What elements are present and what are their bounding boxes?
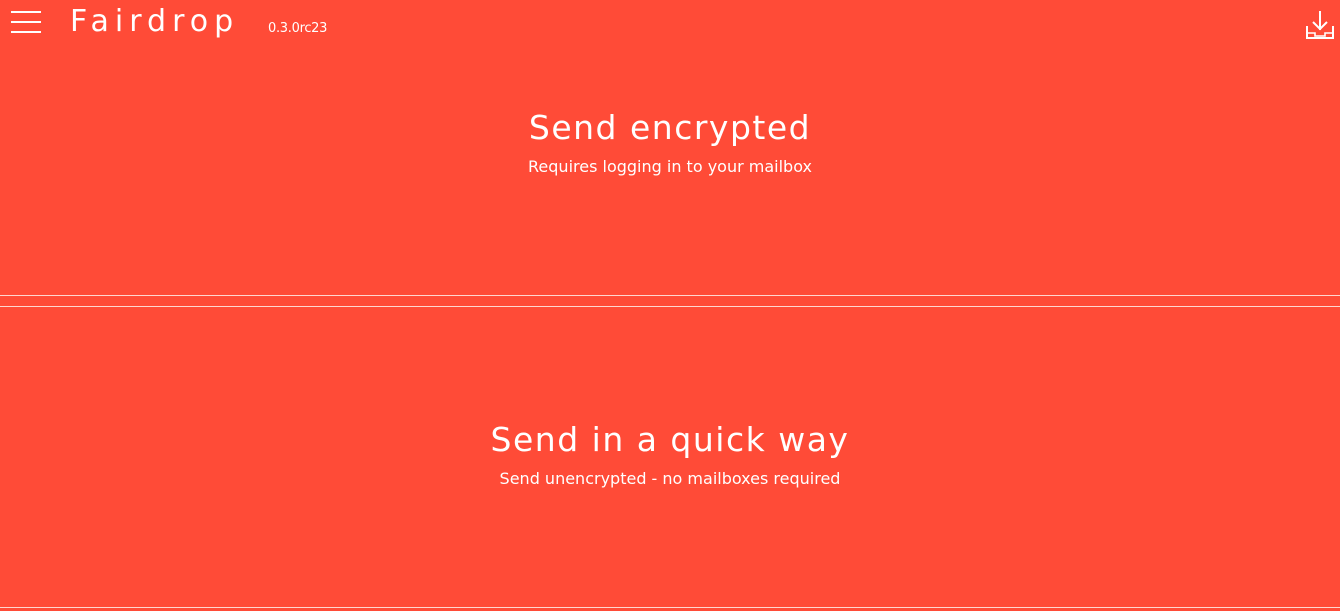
divider [0, 306, 1340, 307]
divider [0, 295, 1340, 296]
send-quick-title: Send in a quick way [490, 420, 850, 459]
send-encrypted-subtitle: Requires logging in to your mailbox [528, 157, 812, 176]
download-inbox-icon[interactable] [1304, 10, 1336, 42]
send-encrypted-title: Send encrypted [528, 108, 812, 147]
app-logo[interactable]: Fairdrop [70, 2, 239, 42]
menu-bar [11, 11, 41, 13]
divider [0, 607, 1340, 608]
menu-bar [11, 21, 41, 23]
app-version: 0.3.0rc23 [268, 21, 328, 36]
send-quick-option[interactable]: Send in a quick way Send unencrypted - n… [0, 308, 1340, 606]
download-inbox-icon-graphic [1306, 11, 1334, 39]
app-page: Fairdrop 0.3.0rc23 Send encrypted Requir… [0, 0, 1340, 611]
menu-bar [11, 31, 41, 33]
send-encrypted-option[interactable]: Send encrypted Requires logging in to yo… [0, 50, 1340, 294]
send-quick-subtitle: Send unencrypted - no mailboxes required [499, 469, 841, 488]
hamburger-menu-icon[interactable] [10, 9, 42, 35]
